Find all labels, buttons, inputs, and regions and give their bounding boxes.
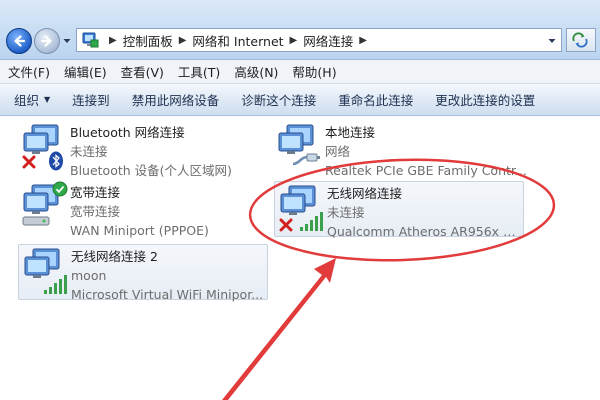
connection-name: 无线网络连接 xyxy=(327,186,403,201)
address-history-dropdown-icon[interactable] xyxy=(547,36,557,46)
forward-button[interactable] xyxy=(34,28,60,54)
arrow-left-icon xyxy=(14,35,26,47)
breadcrumb-network-connections[interactable]: 网络连接 xyxy=(303,31,353,50)
connection-status: 网络 xyxy=(325,144,351,159)
connection-text: 无线网络连接 未连接 Qualcomm Atheros AR956x Wi... xyxy=(327,182,523,241)
connection-name: 无线网络连接 2 xyxy=(71,249,158,264)
refresh-button[interactable] xyxy=(566,28,596,52)
arrow-right-icon xyxy=(40,35,52,47)
connection-tile-local[interactable]: 本地连接 网络 Realtek PCIe GBE Family Contr... xyxy=(273,121,533,180)
connected-check-icon xyxy=(52,181,68,197)
connection-tile-bluetooth[interactable]: Bluetooth 网络连接 未连接 Bluetooth 设备(个人区域网) xyxy=(18,121,258,180)
diagnose-button[interactable]: 诊断这个连接 xyxy=(241,90,316,109)
connection-tile-broadband[interactable]: 宽带连接 宽带连接 WAN Miniport (PPPOE) xyxy=(18,181,258,240)
network-adapter-icon xyxy=(273,121,325,173)
organize-label: 组织 xyxy=(14,93,40,108)
connection-tile-wireless-2[interactable]: 无线网络连接 2 moon Microsoft Virtual WiFi Min… xyxy=(18,244,268,302)
connection-device: Microsoft Virtual WiFi Minipor... xyxy=(71,287,264,302)
connection-name: 宽带连接 xyxy=(70,185,121,200)
network-adapter-icon xyxy=(19,245,71,297)
menu-edit[interactable]: 编辑(E) xyxy=(64,62,107,81)
modem-icon xyxy=(22,216,50,226)
disable-device-button[interactable]: 禁用此网络设备 xyxy=(132,90,220,109)
menu-bar: 文件(F) 编辑(E) 查看(V) 工具(T) 高级(N) 帮助(H) xyxy=(0,60,600,84)
connection-device: Qualcomm Atheros AR956x Wi... xyxy=(327,224,523,239)
connection-name: 本地连接 xyxy=(325,125,376,140)
breadcrumb-control-panel[interactable]: 控制面板 xyxy=(123,31,173,50)
connection-text: Bluetooth 网络连接 未连接 Bluetooth 设备(个人区域网) xyxy=(70,121,232,180)
connection-device: Realtek PCIe GBE Family Contr... xyxy=(325,163,527,178)
change-settings-button[interactable]: 更改此连接的设置 xyxy=(435,90,535,109)
menu-tools[interactable]: 工具(T) xyxy=(178,62,220,81)
disconnected-x-icon xyxy=(279,218,293,232)
menu-help[interactable]: 帮助(H) xyxy=(292,62,336,81)
back-button[interactable] xyxy=(6,28,32,54)
chevron-down-icon: ▼ xyxy=(44,95,51,104)
organize-button[interactable]: 组织 ▼ xyxy=(14,90,50,109)
connection-name: Bluetooth 网络连接 xyxy=(70,125,185,140)
connection-status: 未连接 xyxy=(327,205,365,220)
connection-status: 未连接 xyxy=(70,144,108,159)
signal-bars-icon xyxy=(44,275,67,294)
breadcrumb-separator-icon: ▶ xyxy=(109,34,117,46)
disconnected-x-icon xyxy=(22,155,36,169)
connection-device: Bluetooth 设备(个人区域网) xyxy=(70,163,232,178)
command-bar: 组织 ▼ 连接到 禁用此网络设备 诊断这个连接 重命名此连接 更改此连接的设置 xyxy=(0,84,600,116)
network-adapter-icon xyxy=(275,182,327,234)
breadcrumb-separator-icon[interactable]: ▶ xyxy=(290,35,298,46)
rename-button[interactable]: 重命名此连接 xyxy=(338,90,413,109)
recent-pages-dropdown-icon[interactable] xyxy=(62,36,72,46)
control-panel-icon xyxy=(82,32,99,48)
refresh-icon xyxy=(572,32,588,48)
connections-list: Bluetooth 网络连接 未连接 Bluetooth 设备(个人区域网) 本… xyxy=(0,117,600,400)
connection-text: 本地连接 网络 Realtek PCIe GBE Family Contr... xyxy=(325,121,527,180)
breadcrumb-separator-icon[interactable]: ▶ xyxy=(179,35,187,46)
address-field[interactable]: ▶ 控制面板 ▶ 网络和 Internet ▶ 网络连接 ▶ xyxy=(76,28,562,52)
connection-status: moon xyxy=(71,268,107,283)
network-adapter-icon xyxy=(18,181,70,233)
connection-text: 无线网络连接 2 moon Microsoft Virtual WiFi Min… xyxy=(71,245,263,304)
breadcrumb-network-internet[interactable]: 网络和 Internet xyxy=(192,31,283,50)
connection-tile-wireless[interactable]: 无线网络连接 未连接 Qualcomm Atheros AR956x Wi... xyxy=(274,181,524,239)
signal-bars-icon xyxy=(300,212,323,231)
network-adapter-icon xyxy=(18,121,70,173)
menu-view[interactable]: 查看(V) xyxy=(121,62,164,81)
connection-device: WAN Miniport (PPPOE) xyxy=(70,223,209,238)
menu-advanced[interactable]: 高级(N) xyxy=(234,62,278,81)
connection-text: 宽带连接 宽带连接 WAN Miniport (PPPOE) xyxy=(70,181,209,240)
bluetooth-icon xyxy=(49,151,63,171)
ethernet-cable-icon xyxy=(292,153,320,166)
connection-status: 宽带连接 xyxy=(70,204,121,219)
connect-to-button[interactable]: 连接到 xyxy=(72,90,110,109)
menu-file[interactable]: 文件(F) xyxy=(8,62,50,81)
breadcrumb-separator-icon[interactable]: ▶ xyxy=(359,35,367,46)
address-bar-region: ▶ 控制面板 ▶ 网络和 Internet ▶ 网络连接 ▶ xyxy=(0,0,600,60)
